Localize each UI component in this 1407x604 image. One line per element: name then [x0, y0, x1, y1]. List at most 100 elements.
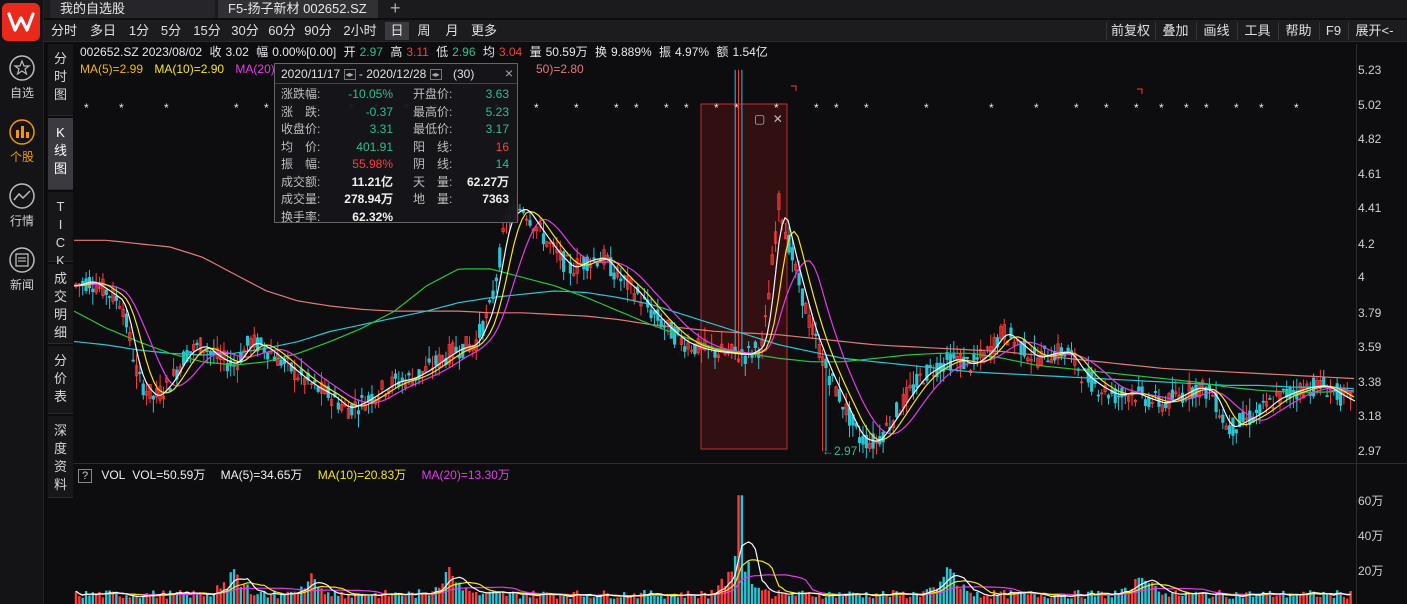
- candle-body: [1143, 399, 1148, 406]
- volume-bar: [300, 586, 303, 604]
- range-end-stepper-icon[interactable]: ◂▸: [429, 69, 442, 81]
- view-tab-2[interactable]: TICK: [48, 192, 73, 268]
- volume-bar: [586, 594, 589, 604]
- period-8[interactable]: 2小时: [336, 22, 384, 40]
- period-7[interactable]: 90分: [301, 22, 335, 40]
- period-4[interactable]: 15分: [188, 22, 226, 40]
- rail-market[interactable]: 行情: [0, 182, 44, 232]
- period-0[interactable]: 分时: [46, 22, 82, 40]
- volume-bar: [1110, 597, 1114, 604]
- tab-stock-f5[interactable]: F5-扬子新材 002652.SZ: [218, 0, 378, 18]
- period-10[interactable]: 周: [410, 22, 438, 40]
- candle-body: [360, 395, 364, 398]
- rail-label: 新闻: [9, 278, 34, 292]
- volume-bar: [1161, 594, 1164, 604]
- price-tick: 5.23: [1358, 62, 1382, 77]
- volume-bar: [135, 596, 138, 604]
- signal-star: *: [1134, 101, 1139, 115]
- period-6[interactable]: 60分: [264, 22, 300, 40]
- signal-star: *: [664, 101, 669, 115]
- view-tab-5[interactable]: 深度资料: [48, 416, 73, 498]
- view-tab-4[interactable]: 分价表: [48, 346, 73, 414]
- tool-btn-3[interactable]: 工具: [1237, 22, 1277, 40]
- tool-btn-2[interactable]: 画线: [1196, 22, 1236, 40]
- volume-bar: [195, 594, 199, 604]
- candle-body: [336, 402, 340, 410]
- amplitude-label: 振: [659, 45, 672, 59]
- pane-divider: [74, 463, 1407, 464]
- signal-star: *: [84, 101, 89, 115]
- volume-bar: [824, 597, 828, 604]
- signal-star: *: [1184, 101, 1189, 115]
- candle-body: [188, 351, 192, 354]
- add-tab-icon[interactable]: +: [390, 0, 401, 19]
- volume-bar: [982, 595, 986, 604]
- volume-bar: [1090, 590, 1093, 604]
- amount-label: 额: [716, 45, 729, 59]
- range-start-stepper-icon[interactable]: ◂▸: [343, 69, 356, 81]
- kline-chart[interactable]: ************************************: [74, 58, 1356, 463]
- volume-bar: [582, 596, 586, 604]
- period-5[interactable]: 30分: [227, 22, 263, 40]
- range-selection[interactable]: [700, 103, 788, 450]
- signal-star: *: [714, 101, 719, 115]
- volume-bar: [370, 594, 374, 604]
- volume-bar: [868, 597, 871, 604]
- tool-btn-4[interactable]: 帮助: [1278, 22, 1318, 40]
- tool-btn-5[interactable]: F9: [1319, 22, 1347, 40]
- period-9[interactable]: 日: [385, 22, 409, 40]
- help-icon[interactable]: ?: [78, 469, 92, 483]
- period-2[interactable]: 1分: [124, 22, 154, 40]
- volume-bar: [242, 584, 246, 604]
- candle-body: [858, 437, 862, 444]
- candle-body: [669, 321, 673, 339]
- volume-bar: [205, 594, 209, 604]
- tool-btn-0[interactable]: 前复权: [1106, 22, 1154, 40]
- tab-watchlist[interactable]: 我的自选股: [50, 0, 215, 18]
- volume-bar: [908, 596, 912, 604]
- rail-stock[interactable]: 个股: [0, 118, 44, 168]
- volume-bar: [1033, 594, 1036, 604]
- volume-bar: [266, 597, 269, 604]
- candle-body: [827, 376, 831, 386]
- volume-chart[interactable]: [74, 484, 1356, 604]
- view-tab-3[interactable]: 成交明细: [48, 264, 73, 344]
- view-tab-1[interactable]: K线图: [48, 118, 73, 190]
- avg-label: 均: [482, 45, 495, 59]
- volume-bar: [438, 587, 441, 604]
- candle-body: [313, 380, 317, 383]
- volume-bar: [1050, 597, 1053, 604]
- period-1[interactable]: 多日: [83, 22, 123, 40]
- trend-icon: [9, 183, 35, 209]
- close-label: 收: [209, 45, 222, 59]
- volume-bar: [1114, 590, 1117, 604]
- volume-bar: [1342, 596, 1346, 604]
- period-3[interactable]: 5分: [155, 22, 187, 40]
- period-11[interactable]: 月: [439, 22, 465, 40]
- candle-body: [1046, 360, 1050, 363]
- close-icon[interactable]: ✕: [773, 112, 783, 126]
- stats-row: 成交量: 278.94万地 量: 7363: [281, 192, 509, 206]
- volume-bar: [212, 594, 216, 604]
- volume-bar: [636, 598, 639, 604]
- volume-bar: [966, 591, 969, 604]
- vol-name: VOL: [101, 468, 125, 482]
- volume-bar: [643, 590, 646, 604]
- candle-body: [393, 373, 398, 379]
- volume-bar: [1204, 593, 1208, 604]
- rail-watchlist[interactable]: 自选: [0, 54, 44, 104]
- volume-bar: [1221, 594, 1225, 604]
- tool-btn-1[interactable]: 叠加: [1155, 22, 1195, 40]
- rail-news[interactable]: 新闻: [0, 246, 44, 296]
- volume-bar: [454, 582, 458, 604]
- app-logo[interactable]: [2, 3, 40, 41]
- volume-bar: [959, 588, 962, 604]
- candle-body: [494, 277, 498, 282]
- volume-bar: [485, 592, 488, 604]
- period-12[interactable]: 更多: [466, 22, 502, 40]
- close-icon[interactable]: ×: [505, 65, 513, 81]
- vol-ma10-line: [75, 559, 1351, 598]
- view-tab-0[interactable]: 分时图: [48, 44, 73, 116]
- restore-icon[interactable]: ▢: [754, 112, 765, 126]
- candle-body: [356, 410, 361, 415]
